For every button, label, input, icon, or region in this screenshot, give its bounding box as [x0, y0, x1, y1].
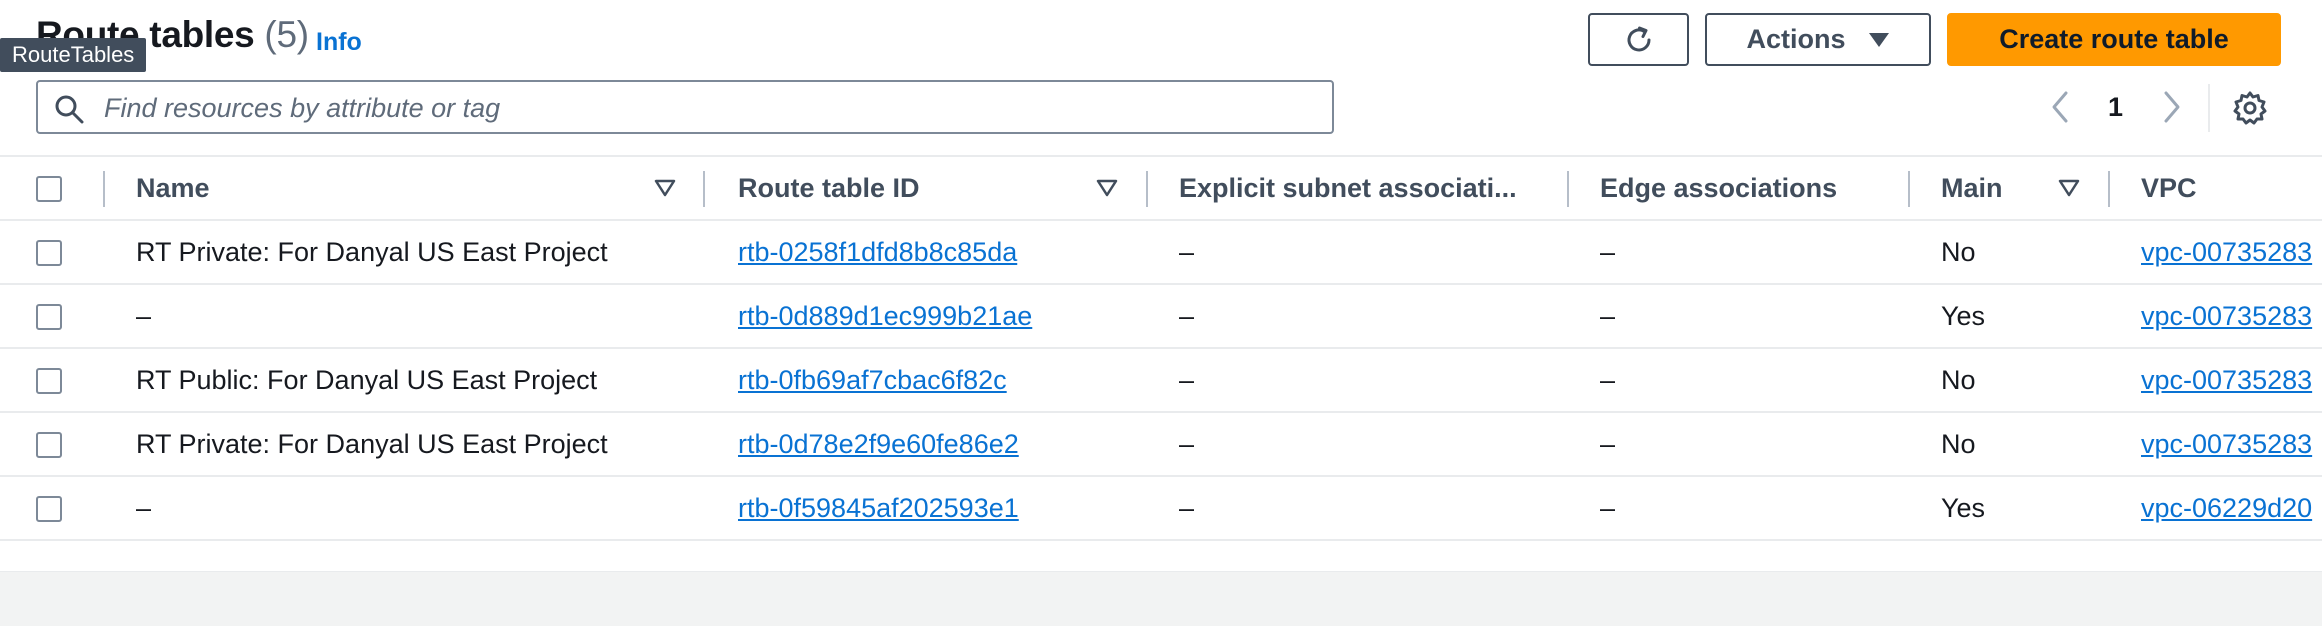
table-row[interactable]: RT Public: For Danyal US East Project rt… — [0, 349, 2322, 413]
refresh-icon — [1627, 26, 1650, 51]
column-separator[interactable] — [2108, 171, 2110, 207]
main-flag: Yes — [1941, 301, 1986, 331]
pagination-divider — [2208, 84, 2210, 132]
column-header-name[interactable]: Name — [136, 173, 210, 204]
select-all-checkbox[interactable] — [36, 176, 62, 202]
route-table-name: – — [136, 493, 152, 523]
refresh-button[interactable] — [1588, 13, 1689, 66]
row-checkbox[interactable] — [36, 432, 62, 458]
main-flag: No — [1941, 365, 1976, 395]
vpc-link[interactable]: vpc-00735283 — [2141, 301, 2321, 332]
column-separator[interactable] — [1908, 171, 1910, 207]
current-page-number[interactable]: 1 — [2108, 92, 2123, 123]
table-row[interactable]: RT Private: For Danyal US East Project r… — [0, 413, 2322, 477]
vpc-link[interactable]: vpc-06229d20 — [2141, 493, 2321, 524]
edge-associations: – — [1600, 429, 1616, 459]
route-table-name: – — [136, 301, 152, 331]
edge-associations: – — [1600, 301, 1616, 331]
main-flag: No — [1941, 237, 1976, 267]
route-table-id-link[interactable]: rtb-0d78e2f9e60fe86e2 — [738, 429, 1019, 460]
vpc-link[interactable]: vpc-00735283 — [2141, 429, 2321, 460]
route-table-id-link[interactable]: rtb-0d889d1ec999b21ae — [738, 301, 1032, 332]
explicit-subnet-associations: – — [1179, 301, 1195, 331]
column-separator[interactable] — [703, 171, 705, 207]
edge-associations: – — [1600, 493, 1616, 523]
row-checkbox[interactable] — [36, 240, 62, 266]
explicit-subnet-associations: – — [1179, 237, 1195, 267]
search-input[interactable] — [102, 89, 1306, 127]
row-checkbox[interactable] — [36, 368, 62, 394]
table-row[interactable]: – rtb-0f59845af202593e1 – – Yes vpc-0622… — [0, 477, 2322, 541]
table-row[interactable]: RT Private: For Danyal US East Project r… — [0, 221, 2322, 285]
column-header-explicit-subnet[interactable]: Explicit subnet associati... — [1179, 173, 1517, 204]
info-link[interactable]: Info — [316, 28, 362, 57]
explicit-subnet-associations: – — [1179, 429, 1195, 459]
column-header-route-table-id[interactable]: Route table ID — [738, 173, 920, 204]
route-table-id-link[interactable]: rtb-0f59845af202593e1 — [738, 493, 1019, 524]
route-table-name: RT Public: For Danyal US East Project — [136, 365, 598, 395]
column-header-edge-associations[interactable]: Edge associations — [1600, 173, 1837, 204]
sort-icon[interactable] — [2058, 179, 2080, 197]
column-separator[interactable] — [1146, 171, 1148, 207]
route-table-name: RT Private: For Danyal US East Project — [136, 237, 608, 267]
gear-icon[interactable] — [2232, 90, 2268, 126]
resource-count: (5) — [264, 14, 309, 55]
next-page-icon[interactable] — [2160, 90, 2184, 124]
sort-icon[interactable] — [1096, 179, 1118, 197]
column-header-main[interactable]: Main — [1941, 173, 2003, 204]
row-checkbox[interactable] — [36, 304, 62, 330]
route-table-id-link[interactable]: rtb-0258f1dfd8b8c85da — [738, 237, 1017, 268]
actions-dropdown-button[interactable]: Actions — [1705, 13, 1931, 66]
search-icon — [55, 95, 84, 124]
main-flag: Yes — [1941, 493, 1986, 523]
table-header: Name Route table ID Explicit subnet asso… — [0, 155, 2322, 221]
column-separator — [103, 171, 105, 207]
table-row[interactable]: – rtb-0d889d1ec999b21ae – – Yes vpc-0073… — [0, 285, 2322, 349]
route-tables-panel: Route tables (5) Info RouteTables Action… — [0, 0, 2322, 572]
column-header-vpc[interactable]: VPC — [2141, 173, 2197, 204]
sort-icon[interactable] — [654, 179, 676, 197]
column-separator[interactable] — [1567, 171, 1569, 207]
tooltip: RouteTables — [0, 38, 147, 72]
caret-down-icon — [1868, 32, 1889, 47]
main-flag: No — [1941, 429, 1976, 459]
explicit-subnet-associations: – — [1179, 493, 1195, 523]
row-checkbox[interactable] — [36, 496, 62, 522]
create-route-table-button[interactable]: Create route table — [1947, 13, 2281, 66]
route-table-name: RT Private: For Danyal US East Project — [136, 429, 608, 459]
search-field[interactable] — [36, 80, 1334, 134]
previous-page-icon[interactable] — [2048, 90, 2072, 124]
edge-associations: – — [1600, 365, 1616, 395]
explicit-subnet-associations: – — [1179, 365, 1195, 395]
edge-associations: – — [1600, 237, 1616, 267]
vpc-link[interactable]: vpc-00735283 — [2141, 237, 2321, 268]
actions-label: Actions — [1746, 24, 1846, 54]
route-table-id-link[interactable]: rtb-0fb69af7cbac6f82c — [738, 365, 1007, 396]
vpc-link[interactable]: vpc-00735283 — [2141, 365, 2321, 396]
